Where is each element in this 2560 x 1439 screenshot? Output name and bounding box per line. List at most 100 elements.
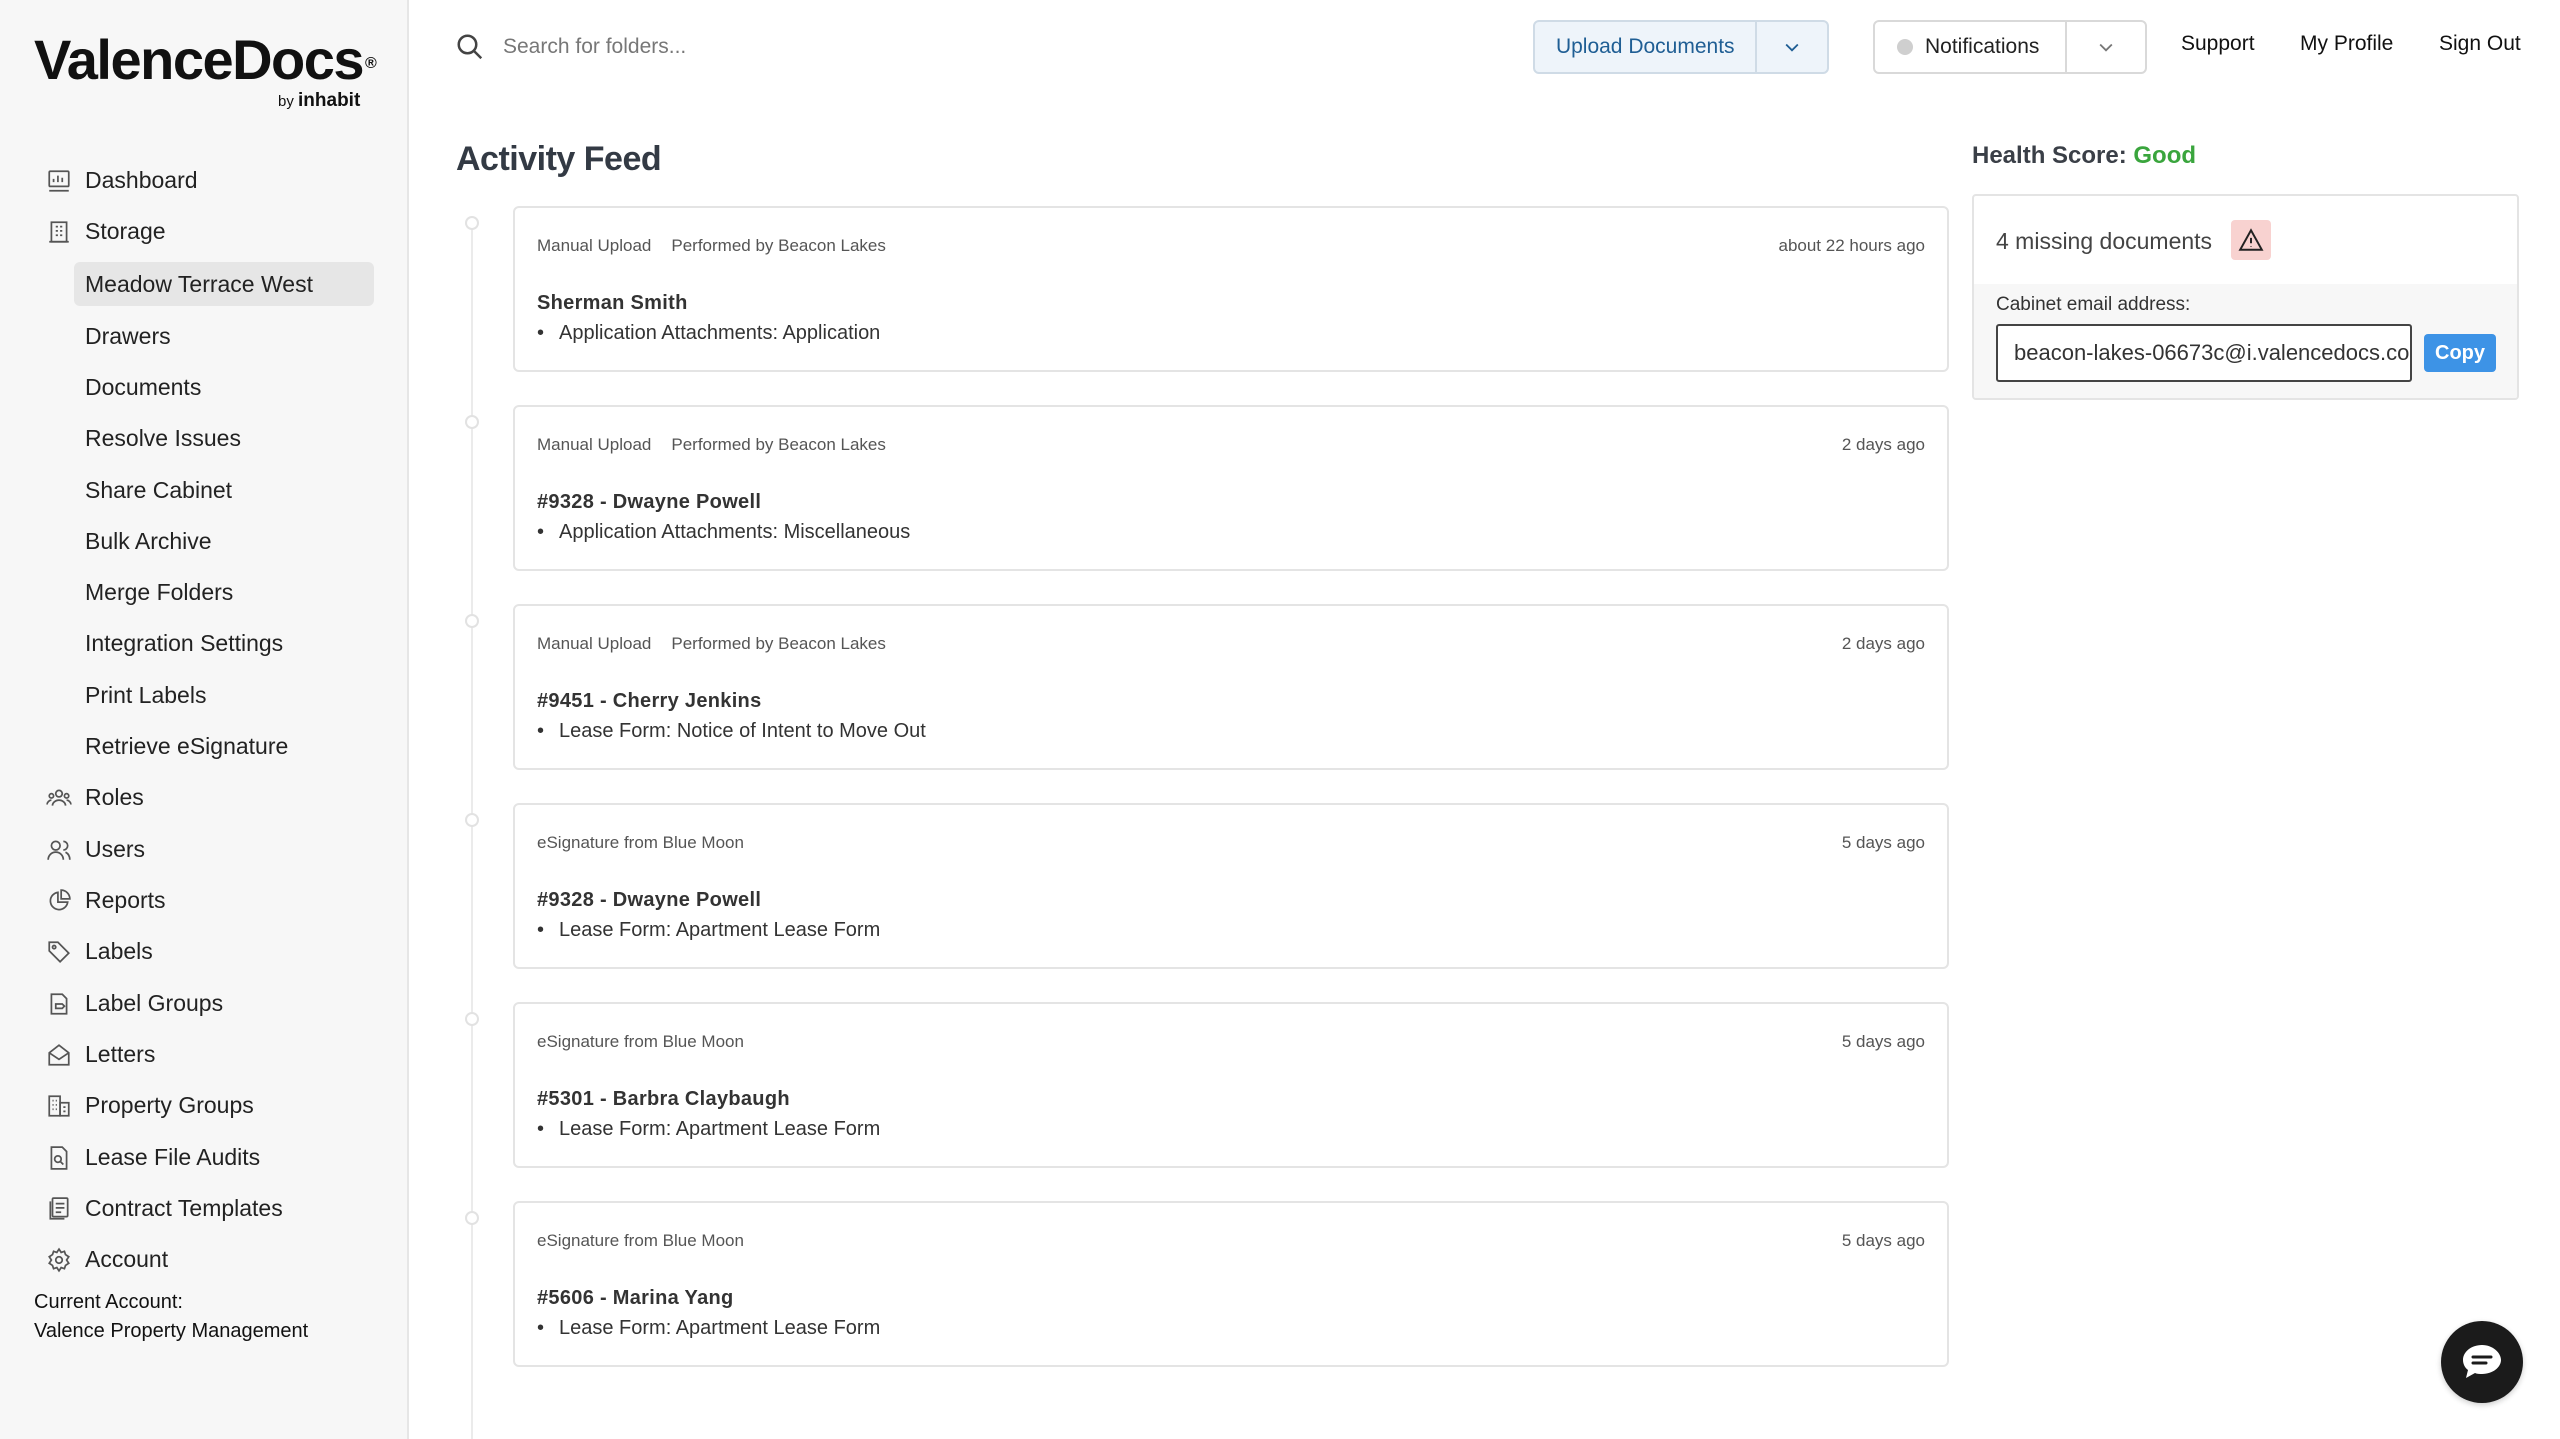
sidebar-item-letters[interactable]: Letters xyxy=(0,1032,409,1076)
label-groups-icon xyxy=(50,993,68,1015)
health-score-label: Health Score: xyxy=(1972,142,2127,169)
sidebar-item-reports[interactable]: Reports xyxy=(0,878,409,922)
chevron-down-icon xyxy=(1785,43,1799,52)
timeline-dot xyxy=(465,216,479,230)
sidebar-item-contract-templates[interactable]: Contract Templates xyxy=(0,1186,409,1230)
activity-time: 2 days ago xyxy=(1841,634,1925,653)
sidebar-item-label: Property Groups xyxy=(85,1091,254,1118)
cabinet-panel: 4 missing documents Cabinet email addres… xyxy=(1972,194,2519,400)
activity-title[interactable]: #9328 - Dwayne Powell xyxy=(537,889,761,912)
sidebar: ValenceDocs ® by inhabit Dashboard Storag… xyxy=(0,0,409,1439)
notifications-dropdown-button[interactable] xyxy=(2067,22,2145,72)
timeline-dot xyxy=(465,1211,479,1225)
sidebar-item-documents[interactable]: Documents xyxy=(0,365,409,409)
valencedocs-logo[interactable]: ValenceDocs ® by inhabit xyxy=(34,30,377,112)
sidebar-item-label: Label Groups xyxy=(85,989,224,1016)
activity-meta: eSignature from Blue Moon xyxy=(537,833,744,853)
upload-documents-group: Upload Documents xyxy=(1533,20,1829,74)
activity-detail-text: Lease Form: Apartment Lease Form xyxy=(559,1118,881,1140)
cabinet-email-field[interactable] xyxy=(1996,324,2412,382)
sidebar-item-label-groups[interactable]: Label Groups xyxy=(0,981,409,1025)
activity-detail: • Lease Form: Apartment Lease Form xyxy=(537,1317,880,1340)
sidebar-item-roles[interactable]: Roles xyxy=(0,775,409,819)
notifications-group: Notifications xyxy=(1873,20,2147,74)
activity-title[interactable]: #5606 - Marina Yang xyxy=(537,1287,734,1310)
sidebar-item-property-groups[interactable]: Property Groups xyxy=(0,1083,409,1127)
sidebar-item-label: Documents xyxy=(85,373,202,400)
activity-time: 5 days ago xyxy=(1841,1032,1925,1051)
search-icon xyxy=(457,34,483,60)
activity-card[interactable]: Manual Upload Performed by Beacon Lakes 2 … xyxy=(513,405,1949,571)
sidebar-item-label: Merge Folders xyxy=(85,578,234,605)
sidebar-item-label: Integration Settings xyxy=(85,629,284,656)
sidebar-item-lease-file-audits[interactable]: Lease File Audits xyxy=(0,1135,409,1179)
activity-detail-text: Lease Form: Apartment Lease Form xyxy=(559,1317,881,1339)
current-account-name: Valence Property Management xyxy=(34,1320,309,1342)
sidebar-item-drawers[interactable]: Drawers xyxy=(0,314,409,358)
upload-dropdown-button[interactable] xyxy=(1757,22,1827,72)
bullet-icon: • xyxy=(537,1118,545,1140)
activity-detail-text: Application Attachments: Miscellaneous xyxy=(559,521,911,543)
sidebar-item-storage[interactable]: Storage xyxy=(0,209,409,253)
bullet-icon: • xyxy=(537,1317,545,1339)
bullet-icon: • xyxy=(537,521,545,543)
chat-button[interactable] xyxy=(2441,1321,2523,1403)
sidebar-item-account[interactable]: Account xyxy=(0,1237,409,1281)
bullet-icon: • xyxy=(537,919,545,941)
bullet-icon: • xyxy=(537,720,545,742)
sidebar-item-labels[interactable]: Labels xyxy=(0,929,409,973)
activity-detail: • Application Attachments: Application xyxy=(537,322,880,345)
roles-icon xyxy=(46,789,72,806)
activity-title[interactable]: #9451 - Cherry Jenkins xyxy=(537,690,762,713)
activity-time: 2 days ago xyxy=(1841,435,1925,454)
sidebar-item-users[interactable]: Users xyxy=(0,827,409,871)
health-score: Health Score: Good xyxy=(1972,142,2196,170)
sidebar-item-print-labels[interactable]: Print Labels xyxy=(0,673,409,717)
activity-card[interactable]: eSignature from Blue Moon 5 days ago #5301… xyxy=(513,1002,1949,1168)
warning-badge[interactable] xyxy=(2231,220,2271,260)
top-bar: Upload Documents Notifications Support M… xyxy=(411,0,2560,94)
logo-partner-text: inhabit xyxy=(298,90,361,111)
missing-documents-text[interactable]: 4 missing documents xyxy=(1996,228,2212,255)
copy-button[interactable]: Copy xyxy=(2424,334,2496,372)
sidebar-item-label: Storage xyxy=(85,217,166,244)
sidebar-item-resolve-issues[interactable]: Resolve Issues xyxy=(0,416,409,460)
sidebar-item-label: Resolve Issues xyxy=(85,424,241,451)
sign-out-link[interactable]: Sign Out xyxy=(2439,32,2521,56)
tag-icon xyxy=(48,941,70,963)
activity-title[interactable]: Sherman Smith xyxy=(537,292,688,315)
sidebar-item-retrieve-esignature[interactable]: Retrieve eSignature xyxy=(0,724,409,768)
activity-performer: Performed by Beacon Lakes xyxy=(671,634,886,653)
activity-meta: eSignature from Blue Moon xyxy=(537,1032,744,1052)
sidebar-item-merge-folders[interactable]: Merge Folders xyxy=(0,570,409,614)
activity-meta: eSignature from Blue Moon xyxy=(537,1231,744,1251)
sidebar-item-meadow-terrace-west[interactable]: Meadow Terrace West xyxy=(74,262,374,306)
activity-card[interactable]: Manual Upload Performed by Beacon Lakes ab… xyxy=(513,206,1949,372)
activity-card[interactable]: Manual Upload Performed by Beacon Lakes 2 … xyxy=(513,604,1949,770)
support-link[interactable]: Support xyxy=(2181,32,2255,56)
search-input[interactable] xyxy=(503,28,1103,66)
upload-documents-button[interactable]: Upload Documents xyxy=(1535,22,1758,72)
activity-card[interactable]: eSignature from Blue Moon 5 days ago #9328… xyxy=(513,803,1949,969)
notifications-button[interactable]: Notifications xyxy=(1875,22,2067,72)
timeline-dot xyxy=(465,813,479,827)
activity-title[interactable]: #9328 - Dwayne Powell xyxy=(537,491,761,514)
sidebar-item-label: Contract Templates xyxy=(85,1194,283,1221)
sidebar-item-label: Account xyxy=(85,1245,169,1272)
activity-title[interactable]: #5301 - Barbra Claybaugh xyxy=(537,1088,790,1111)
activity-detail: • Lease Form: Notice of Intent to Move Ou… xyxy=(537,720,926,743)
logo-by-text: by xyxy=(278,93,294,110)
activity-meta: Manual Upload Performed by Beacon Lakes xyxy=(537,634,886,654)
sidebar-item-bulk-archive[interactable]: Bulk Archive xyxy=(0,519,409,563)
sidebar-item-share-cabinet[interactable]: Share Cabinet xyxy=(0,468,409,512)
cabinet-email-label: Cabinet email address: xyxy=(1996,294,2191,315)
sidebar-item-integration-settings[interactable]: Integration Settings xyxy=(0,621,409,665)
timeline-line xyxy=(471,220,473,1439)
activity-performer: Performed by Beacon Lakes xyxy=(671,236,886,255)
current-account-label: Current Account: xyxy=(34,1291,183,1313)
activity-meta: Manual Upload Performed by Beacon Lakes xyxy=(537,435,886,455)
sidebar-item-label: Share Cabinet xyxy=(85,476,233,503)
activity-card[interactable]: eSignature from Blue Moon 5 days ago #5606… xyxy=(513,1201,1949,1367)
my-profile-link[interactable]: My Profile xyxy=(2300,32,2393,56)
sidebar-item-dashboard[interactable]: Dashboard xyxy=(0,158,409,202)
